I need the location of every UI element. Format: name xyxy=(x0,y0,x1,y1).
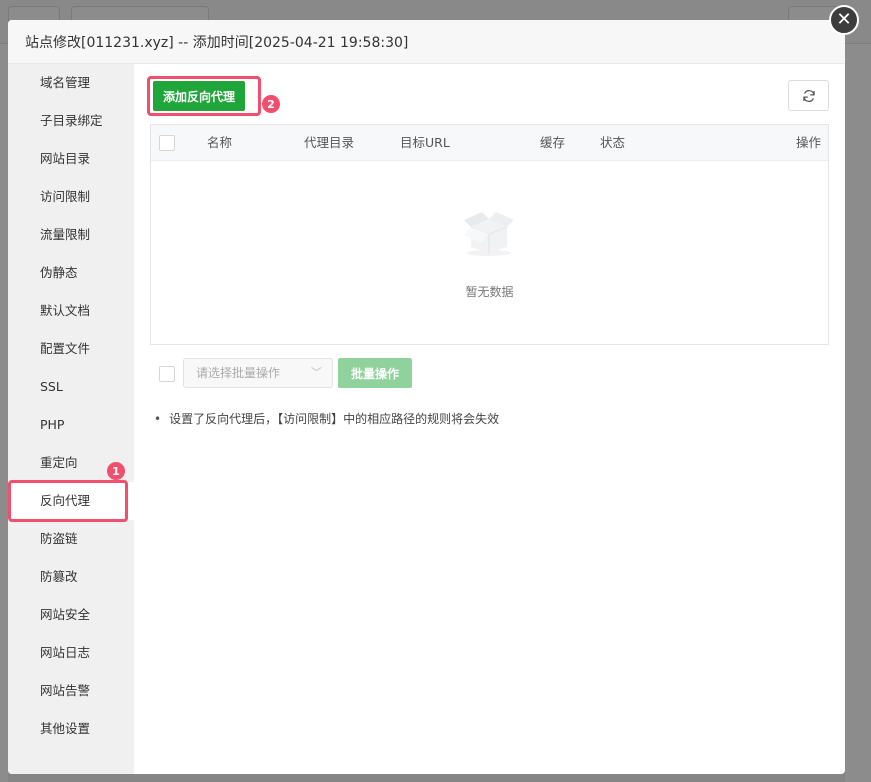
nav-item-site-logs[interactable]: 网站日志 xyxy=(8,634,134,672)
nav-item-domain[interactable]: 域名管理 xyxy=(8,64,134,102)
reverse-proxy-panel: 添加反向代理 名称 代理目录 目标URL 缓存 状态 操作 暂无数据 请选择批量… xyxy=(134,64,845,774)
nav-item-site-directory[interactable]: 网站目录 xyxy=(8,140,134,178)
nav-item-php[interactable]: PHP xyxy=(8,406,134,444)
empty-state: 暂无数据 xyxy=(151,161,828,345)
batch-operation-select[interactable]: 请选择批量操作 ﹀ xyxy=(183,358,333,388)
table-header: 名称 代理目录 目标URL 缓存 状态 操作 xyxy=(151,125,828,161)
batch-select-placeholder: 请选择批量操作 xyxy=(196,366,281,380)
chevron-down-icon: ﹀ xyxy=(311,366,322,379)
empty-text: 暂无数据 xyxy=(465,285,514,299)
dialog-header: 站点修改[011231.xyz] -- 添加时间[2025-04-21 19:5… xyxy=(8,20,845,64)
annotation-step-1: 1 xyxy=(107,462,125,480)
empty-box-icon xyxy=(464,212,514,256)
batch-actions: 请选择批量操作 ﹀ 批量操作 xyxy=(159,358,559,390)
select-all-checkbox-cell xyxy=(159,135,175,151)
nav-item-subdirectory[interactable]: 子目录绑定 xyxy=(8,102,134,140)
annotation-step-2: 2 xyxy=(262,95,280,113)
column-actions: 操作 xyxy=(796,135,822,150)
nav-item-traffic-limit[interactable]: 流量限制 xyxy=(8,216,134,254)
refresh-icon xyxy=(802,89,815,102)
column-cache[interactable]: 缓存 xyxy=(540,125,565,161)
annotation-highlight-add-button xyxy=(147,76,261,116)
nav-item-site-security[interactable]: 网站安全 xyxy=(8,596,134,634)
nav-item-access-limit[interactable]: 访问限制 xyxy=(8,178,134,216)
nav-item-site-alerts[interactable]: 网站告警 xyxy=(8,672,134,710)
nav-item-hotlink-protection[interactable]: 防盗链 xyxy=(8,520,134,558)
select-all-checkbox[interactable] xyxy=(159,135,175,151)
nav-item-default-doc[interactable]: 默认文档 xyxy=(8,292,134,330)
column-name[interactable]: 名称 xyxy=(207,125,232,161)
dialog-body: 域名管理 子目录绑定 网站目录 访问限制 流量限制 伪静态 默认文档 配置文件 … xyxy=(8,64,845,774)
close-button[interactable]: ✕ xyxy=(829,5,859,35)
nav-item-tamper-protection[interactable]: 防篡改 xyxy=(8,558,134,596)
settings-nav: 域名管理 子目录绑定 网站目录 访问限制 流量限制 伪静态 默认文档 配置文件 … xyxy=(8,64,134,774)
tip-item: 设置了反向代理后，【访问限制】中的相应路径的规则将会失效 xyxy=(154,410,499,427)
nav-item-config-file[interactable]: 配置文件 xyxy=(8,330,134,368)
batch-operation-button[interactable]: 批量操作 xyxy=(338,358,412,388)
site-settings-dialog: 站点修改[011231.xyz] -- 添加时间[2025-04-21 19:5… xyxy=(8,20,845,774)
column-target-url[interactable]: 目标URL xyxy=(400,125,450,161)
column-status[interactable]: 状态 xyxy=(600,125,625,161)
nav-item-other-settings[interactable]: 其他设置 xyxy=(8,710,134,748)
annotation-highlight-reverse-proxy xyxy=(8,480,128,522)
tips-list: 设置了反向代理后，【访问限制】中的相应路径的规则将会失效 xyxy=(154,410,499,427)
nav-item-rewrite[interactable]: 伪静态 xyxy=(8,254,134,292)
close-icon: ✕ xyxy=(836,9,852,30)
nav-item-ssl[interactable]: SSL xyxy=(8,368,134,406)
column-proxy-dir[interactable]: 代理目录 xyxy=(304,125,354,161)
proxy-table: 名称 代理目录 目标URL 缓存 状态 操作 暂无数据 xyxy=(150,124,829,345)
batch-select-checkbox[interactable] xyxy=(159,366,175,382)
refresh-button[interactable] xyxy=(788,80,829,111)
dialog-title: 站点修改[011231.xyz] -- 添加时间[2025-04-21 19:5… xyxy=(25,34,409,51)
